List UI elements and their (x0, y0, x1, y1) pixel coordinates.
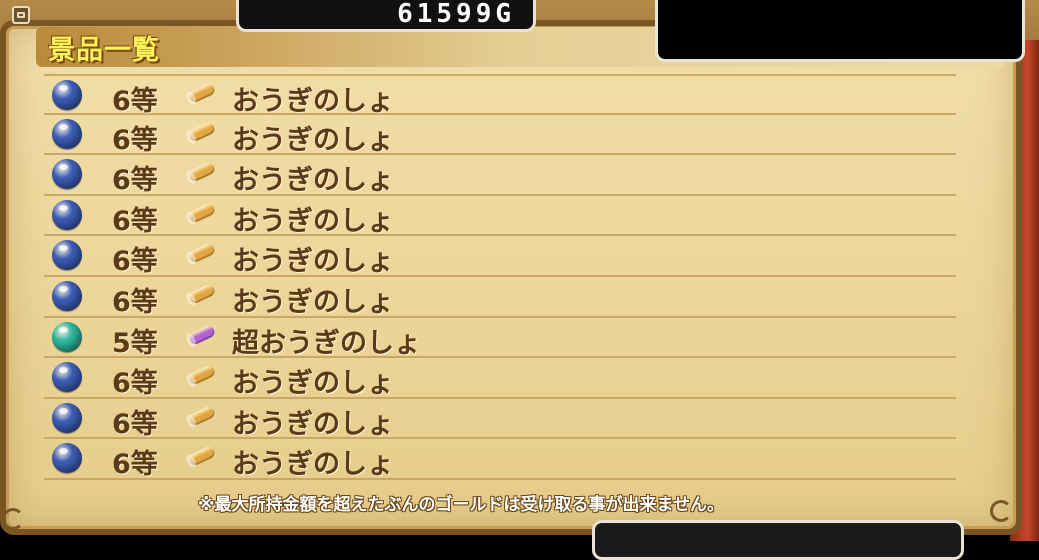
blue-orb-icon (52, 118, 82, 149)
blue-orb-icon (52, 159, 82, 190)
list-item: 6等 おうぎのしょ (44, 155, 956, 196)
prize-name: おうぎのしょ (232, 286, 394, 318)
prize-rank: 6等 (112, 408, 158, 440)
bottom-window (592, 520, 964, 560)
prize-rank: 6等 (112, 86, 158, 117)
scroll-icon (187, 445, 217, 468)
scroll-icon (187, 201, 217, 224)
scroll-icon (187, 120, 217, 143)
prize-name: おうぎのしょ (232, 408, 394, 440)
info-window (655, 0, 1025, 62)
page-title: 景品一覧 (48, 35, 160, 66)
blue-orb-icon (52, 443, 82, 474)
prize-name: おうぎのしょ (232, 124, 394, 156)
blue-orb-icon (52, 362, 82, 393)
prize-rank: 6等 (112, 449, 158, 481)
prize-rank: 5等 (112, 327, 158, 359)
blue-orb-icon (52, 199, 82, 230)
prize-rank: 6等 (112, 246, 158, 278)
list-item: 6等 おうぎのしょ (44, 399, 956, 440)
scroll-icon (187, 82, 217, 104)
prize-name: おうぎのしょ (232, 205, 394, 237)
scroll-icon (187, 404, 217, 427)
super-scroll-icon (187, 323, 217, 346)
list-item: 6等 おうぎのしょ (44, 74, 956, 117)
gold-amount: 61599G (397, 0, 515, 29)
gold-display: 61599G (236, 0, 536, 32)
prize-name: おうぎのしょ (232, 86, 394, 117)
prize-name: おうぎのしょ (232, 165, 394, 197)
scroll-icon (187, 161, 217, 184)
prize-rank: 6等 (112, 205, 158, 237)
scroll-icon (187, 283, 217, 305)
prize-rank: 6等 (112, 124, 158, 156)
gold-limit-notice: ※最大所持金額を超えたぶんのゴールドは受け取る事が出来ません。 (198, 495, 725, 515)
list-item: 6等 おうぎのしょ (44, 196, 956, 237)
list-item: 6等 おうぎのしょ (44, 115, 956, 156)
list-item: 6等 おうぎのしょ (44, 358, 956, 399)
list-item: 6等 おうぎのしょ (44, 439, 956, 480)
blue-orb-icon (52, 402, 82, 433)
prize-rank: 6等 (112, 286, 158, 318)
list-item: 6等 おうぎのしょ (44, 236, 956, 277)
prize-rank: 6等 (112, 165, 158, 197)
menu-icon[interactable] (12, 6, 30, 24)
scroll-icon (187, 364, 217, 387)
scroll-icon (187, 242, 217, 265)
blue-orb-icon (52, 280, 82, 311)
prize-name: 超おうぎのしょ (232, 327, 421, 359)
prize-list: 6等 おうぎのしょ 6等 おうぎのしょ 6等 おうぎのしょ 6等 おうぎのしょ … (44, 74, 956, 480)
corner-ornament-icon (990, 500, 1012, 522)
list-item: 6等 おうぎのしょ (44, 277, 956, 318)
list-item: 5等 超おうぎのしょ (44, 318, 956, 359)
prize-rank: 6等 (112, 368, 158, 400)
prize-name: おうぎのしょ (232, 449, 394, 481)
teal-orb-icon (52, 321, 82, 352)
prize-name: おうぎのしょ (232, 246, 394, 278)
prize-name: おうぎのしょ (232, 368, 394, 400)
corner-ornament-icon (2, 508, 24, 530)
blue-orb-icon (52, 80, 82, 110)
blue-orb-icon (52, 240, 82, 271)
